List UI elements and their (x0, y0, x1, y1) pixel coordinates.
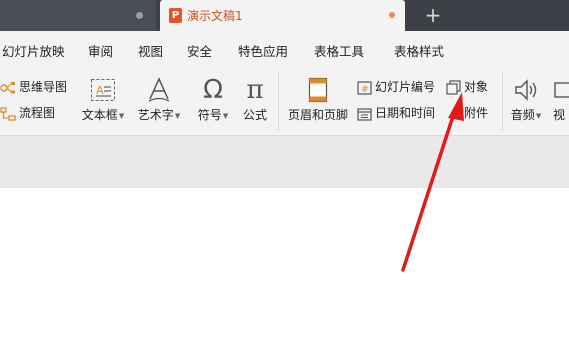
object-button[interactable]: 对象 (446, 78, 488, 96)
symbol-dropdown-icon[interactable]: ▼ (223, 112, 228, 120)
menu-slideshow[interactable]: 幻灯片放映 (2, 41, 65, 60)
header-footer-label: 页眉和页脚 (287, 108, 348, 122)
video-icon (554, 82, 569, 98)
wordart-button[interactable]: 艺术字▼ (136, 73, 182, 124)
mindmap-label: 思维导图 (19, 80, 68, 94)
omega-icon: Ω (203, 75, 223, 105)
audio-dropdown-icon[interactable]: ▼ (536, 112, 541, 120)
slide-number-button[interactable]: # 幻灯片编号 (357, 78, 435, 96)
svg-text:A: A (96, 84, 104, 97)
tab-previous[interactable] (0, 0, 156, 31)
ribbon-toolbar: 思维导图 流程图 A 文本框▼ 艺术字▼ Ω 符号▼ π 公式 页眉和页脚 # … (0, 67, 569, 136)
formula-label: 公式 (242, 108, 267, 122)
menu-special-apps[interactable]: 特色应用 (238, 41, 288, 60)
flowchart-label: 流程图 (19, 106, 56, 120)
title-bar: P 演示文稿1 + (0, 0, 569, 31)
menu-bar: 幻灯片放映 审阅 视图 安全 特色应用 表格工具 表格样式 (0, 31, 569, 67)
flowchart-icon (0, 106, 16, 121)
ribbon-lower-panel (0, 136, 569, 188)
unsaved-indicator-icon[interactable] (389, 12, 395, 18)
menu-view[interactable]: 视图 (138, 41, 163, 60)
symbol-button[interactable]: Ω 符号▼ (192, 73, 234, 124)
audio-button[interactable]: 音频▼ (507, 73, 545, 124)
attachment-button[interactable]: 附件 (446, 104, 488, 122)
new-tab-button[interactable]: + (423, 3, 443, 27)
menu-table-tools[interactable]: 表格工具 (314, 41, 364, 60)
datetime-label: 日期和时间 (375, 106, 436, 120)
tab-close-dot-icon[interactable] (136, 12, 143, 19)
symbol-label: 符号 (197, 108, 222, 122)
presentation-app-icon: P (169, 8, 182, 23)
mindmap-button[interactable]: 思维导图 (0, 78, 67, 96)
menu-review[interactable]: 审阅 (88, 41, 113, 60)
video-button[interactable]: 视 (553, 73, 569, 123)
datetime-button[interactable]: 日期和时间 (357, 104, 435, 122)
wordart-label: 艺术字 (137, 108, 174, 122)
slide-number-label: 幻灯片编号 (375, 80, 436, 94)
slide-number-icon: # (357, 80, 372, 95)
header-footer-icon (308, 77, 328, 103)
svg-text:#: # (361, 85, 369, 95)
document-title: 演示文稿1 (187, 9, 243, 23)
menu-table-style[interactable]: 表格样式 (394, 41, 444, 60)
tab-document[interactable]: P 演示文稿1 (160, 0, 405, 31)
header-footer-button[interactable]: 页眉和页脚 (284, 73, 352, 123)
slide-canvas[interactable] (0, 188, 569, 355)
attachment-label: 附件 (464, 106, 489, 120)
textbox-button[interactable]: A 文本框▼ (80, 73, 126, 124)
mindmap-icon (0, 81, 15, 93)
speaker-icon (515, 79, 537, 101)
textbox-icon: A (91, 79, 115, 101)
flowchart-button[interactable]: 流程图 (0, 104, 55, 122)
object-icon (446, 80, 461, 95)
pi-icon: π (246, 75, 264, 105)
video-label: 视 (553, 108, 566, 122)
textbox-label: 文本框 (81, 108, 118, 122)
textbox-dropdown-icon[interactable]: ▼ (119, 112, 124, 120)
wordart-dropdown-icon[interactable]: ▼ (175, 112, 180, 120)
calendar-icon (357, 107, 372, 121)
object-label: 对象 (464, 80, 489, 94)
menu-security[interactable]: 安全 (187, 41, 212, 60)
formula-button[interactable]: π 公式 (238, 73, 272, 123)
ribbon-separator (502, 73, 503, 131)
paperclip-icon (449, 109, 460, 120)
ribbon-separator (278, 73, 279, 131)
wordart-icon (148, 77, 170, 102)
audio-label: 音频 (510, 108, 535, 122)
